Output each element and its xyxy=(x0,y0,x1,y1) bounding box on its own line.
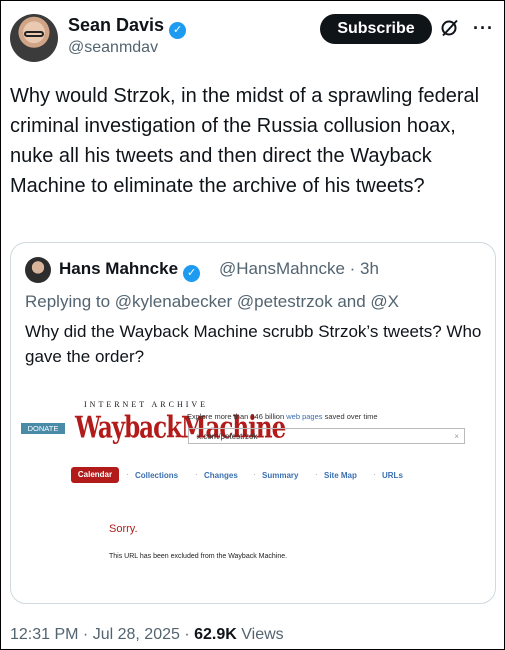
excluded-text: This URL has been excluded from the Wayb… xyxy=(109,553,288,560)
views-label: Views xyxy=(236,626,284,643)
author-handle[interactable]: @seanmdav xyxy=(68,39,158,57)
quoted-tweet[interactable]: Hans Mahncke ✓ @HansMahncke · 3h Replying… xyxy=(10,242,496,604)
grok-icon[interactable] xyxy=(440,18,460,38)
verified-icon: ✓ xyxy=(169,22,187,39)
explore-text: Explore more than 946 billion web pages … xyxy=(187,412,378,421)
internet-archive-label: INTERNET ARCHIVE xyxy=(84,400,209,409)
tweet-text: Why would Strzok, in the midst of a spra… xyxy=(10,85,480,197)
quote-text: Why did the Wayback Machine scrubb Strzo… xyxy=(25,322,482,366)
explore-suffix: saved over time xyxy=(322,412,378,421)
avatar-glasses xyxy=(24,31,44,37)
views-count: 62.9K xyxy=(194,626,237,643)
tab-separator: · xyxy=(195,470,198,479)
tab-separator: · xyxy=(315,470,318,479)
wayback-screenshot[interactable]: INTERNET ARCHIVE WaybackMachine DONATE E… xyxy=(21,393,485,583)
explore-prefix: Explore more than 946 billion xyxy=(187,412,287,421)
url-value: x.com/petestrzok xyxy=(197,432,258,441)
tab-changes: Changes xyxy=(204,471,238,480)
tab-site-map: Site Map xyxy=(324,471,357,480)
quote-verified-icon: ✓ xyxy=(183,265,201,282)
tab-summary: Summary xyxy=(262,471,299,480)
quote-author-name[interactable]: Hans Mahncke ✓ xyxy=(59,259,201,282)
quote-author-name-text: Hans Mahncke xyxy=(59,259,179,278)
donate-button: DONATE xyxy=(21,423,65,434)
quote-reply-line: Replying to @kylenabecker @petestrzok an… xyxy=(25,292,400,311)
url-input: x.com/petestrzok × xyxy=(188,428,465,444)
more-icon[interactable]: ··· xyxy=(473,18,494,39)
avatar[interactable] xyxy=(10,14,58,62)
tab-separator: · xyxy=(253,470,256,479)
sorry-text: Sorry. xyxy=(109,523,138,535)
subscribe-button[interactable]: Subscribe xyxy=(320,14,432,44)
author-name-text: Sean Davis xyxy=(68,15,165,35)
tab-urls: URLs xyxy=(382,471,403,480)
tab-calendar: Calendar xyxy=(71,467,119,483)
quote-handle-time[interactable]: @HansMahncke · 3h xyxy=(219,259,379,279)
quote-avatar[interactable] xyxy=(25,257,51,283)
tab-collections: Collections xyxy=(135,471,179,480)
clear-icon: × xyxy=(454,432,459,441)
tab-separator: · xyxy=(373,470,376,479)
tweet-time-date[interactable]: 12:31 PM · Jul 28, 2025 · xyxy=(10,626,194,643)
explore-link: web pages xyxy=(286,412,323,421)
tab-separator: · xyxy=(126,470,129,479)
tweet-meta: 12:31 PM · Jul 28, 2025 · 62.9K Views xyxy=(10,626,284,644)
author-name[interactable]: Sean Davis ✓ xyxy=(68,15,187,39)
